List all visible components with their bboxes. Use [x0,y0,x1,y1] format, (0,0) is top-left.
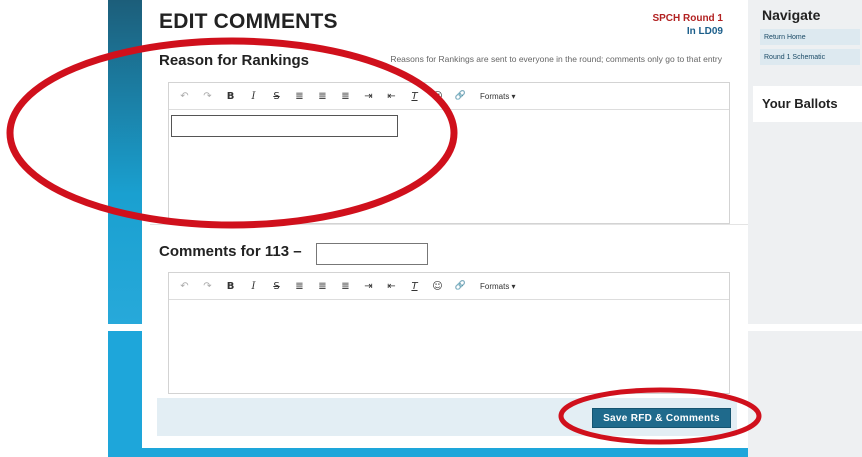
emoji-icon[interactable]: ☺ [426,281,449,292]
redo-icon[interactable]: ↷ [196,91,219,102]
redo-icon[interactable]: ↷ [196,281,219,292]
link-icon[interactable]: 🔗 [449,281,472,291]
align-left-icon[interactable]: ≣ [288,91,311,102]
formats-dropdown[interactable]: Formats ▾ [472,282,516,291]
italic-icon[interactable]: I [242,91,265,102]
page-title: EDIT COMMENTS [159,10,338,33]
clear-format-icon[interactable]: T [403,281,426,292]
bold-icon[interactable]: B [219,91,242,102]
indent-icon[interactable]: ⇥ [357,91,380,102]
link-icon[interactable]: 🔗 [449,91,472,101]
align-right-icon[interactable]: ≣ [334,91,357,102]
left-accent-stripe [108,0,142,324]
round-schematic-link[interactable]: Round 1 Schematic [760,49,860,65]
rfd-text-input[interactable] [171,115,398,137]
round-name-link[interactable]: SPCH Round 1 [652,13,723,24]
section-divider [150,224,748,225]
page-background [0,0,108,457]
italic-icon[interactable]: I [242,281,265,292]
comments-toolbar: ↶ ↷ B I S ≣ ≣ ≣ ⇥ ⇤ T ☺ 🔗 Formats ▾ [169,273,729,300]
strikethrough-icon[interactable]: S [265,281,288,292]
your-ballots-heading: Your Ballots [762,96,838,111]
comments-editor: ↶ ↷ B I S ≣ ≣ ≣ ⇥ ⇤ T ☺ 🔗 Formats ▾ [168,272,730,394]
sidebar [748,0,862,457]
outdent-icon[interactable]: ⇤ [380,281,403,292]
bold-icon[interactable]: B [219,281,242,292]
rfd-note: Reasons for Rankings are sent to everyon… [390,54,722,64]
clear-format-icon[interactable]: T [403,91,426,102]
comments-heading: Comments for 113 – [159,243,302,260]
align-left-icon[interactable]: ≣ [288,281,311,292]
align-center-icon[interactable]: ≣ [311,91,334,102]
rfd-toolbar: ↶ ↷ B I S ≣ ≣ ≣ ⇥ ⇤ T ☺ 🔗 Formats ▾ [169,83,729,110]
bottom-accent-band [142,448,748,457]
indent-icon[interactable]: ⇥ [357,281,380,292]
strikethrough-icon[interactable]: S [265,91,288,102]
outdent-icon[interactable]: ⇤ [380,91,403,102]
navigate-heading: Navigate [762,7,821,23]
formats-dropdown[interactable]: Formats ▾ [472,92,516,101]
undo-icon[interactable]: ↶ [173,281,196,292]
entry-name-field[interactable] [316,243,428,265]
emoji-icon[interactable]: ☺ [426,91,449,102]
align-right-icon[interactable]: ≣ [334,281,357,292]
room-label: In LD09 [686,26,723,37]
rfd-heading: Reason for Rankings [159,52,310,69]
undo-icon[interactable]: ↶ [173,91,196,102]
left-accent-stripe-lower [108,331,142,457]
align-center-icon[interactable]: ≣ [311,281,334,292]
save-rfd-comments-button[interactable]: Save RFD & Comments [592,408,731,428]
return-home-link[interactable]: Return Home [760,29,860,45]
rfd-editor: ↶ ↷ B I S ≣ ≣ ≣ ⇥ ⇤ T ☺ 🔗 Formats ▾ [168,82,730,224]
